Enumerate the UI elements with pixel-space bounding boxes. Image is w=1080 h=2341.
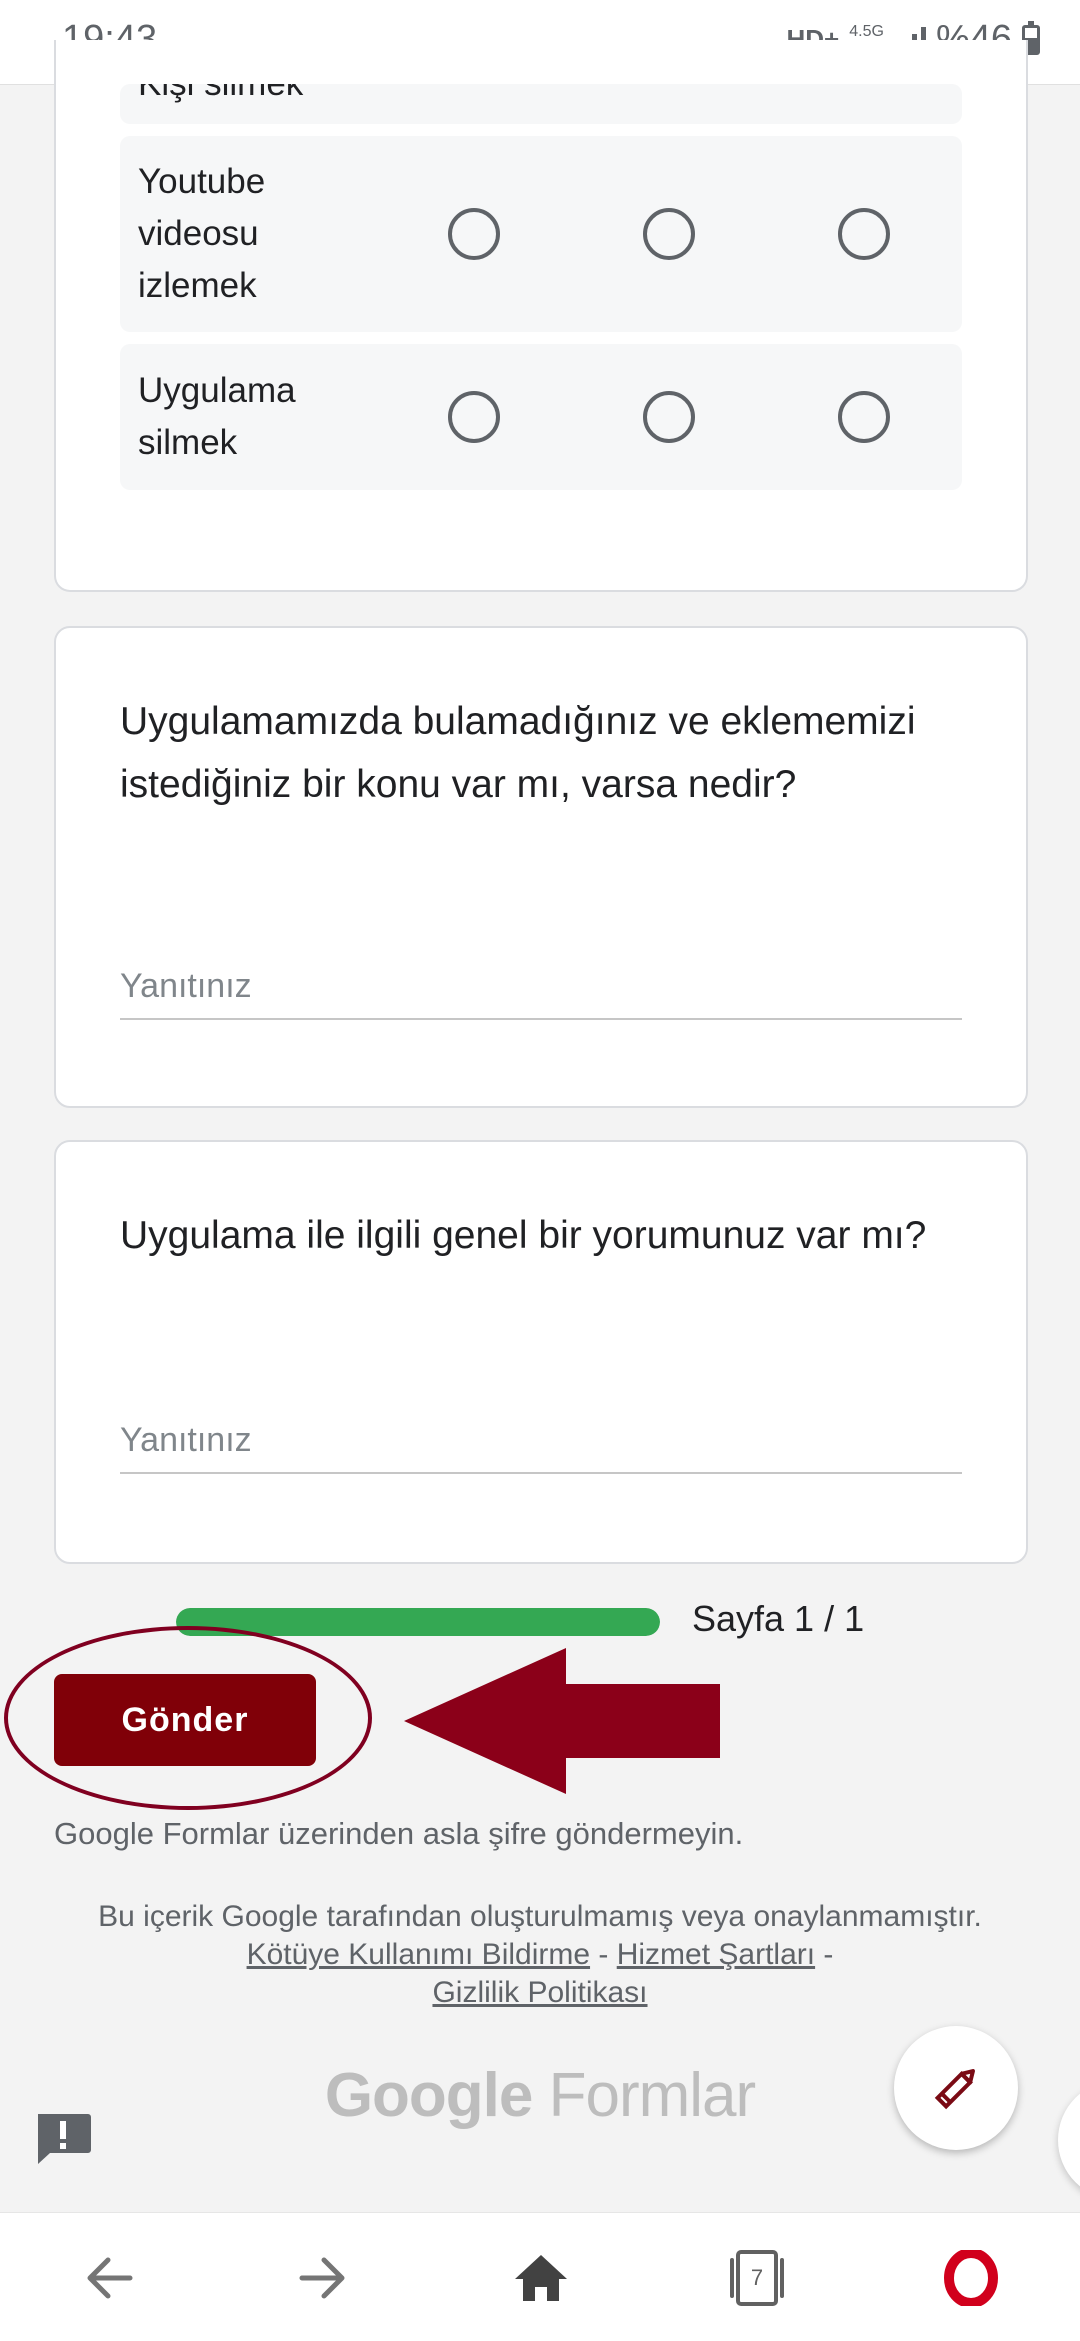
row-label: Uygulama silmek — [138, 371, 296, 462]
privacy-link[interactable]: Gizlilik Politikası — [432, 1976, 647, 2009]
tabs-button[interactable]: 7 — [722, 2243, 792, 2313]
disclaimer-text: Bu içerik Google tarafından oluşturulmam… — [98, 1900, 982, 1933]
network-gen-label: 4.5G — [849, 22, 884, 40]
terms-link[interactable]: Hizmet Şartları — [617, 1938, 815, 1971]
grid-row-cut: Kişi silmek — [120, 84, 962, 124]
separator: - — [590, 1938, 617, 1971]
radio-option[interactable] — [643, 391, 695, 443]
radio-option[interactable] — [448, 208, 500, 260]
disclaimer: Bu içerik Google tarafından oluşturulmam… — [80, 1898, 1000, 2012]
brand-forms: Formlar — [548, 2061, 757, 2130]
abuse-link[interactable]: Kötüye Kullanımı Bildirme — [247, 1938, 590, 1971]
submit-button[interactable]: Gönder — [54, 1674, 316, 1766]
radio-option[interactable] — [643, 208, 695, 260]
home-button[interactable] — [506, 2243, 576, 2313]
home-icon — [515, 2255, 567, 2301]
pencil-icon — [934, 2069, 975, 2110]
question-title: Uygulama ile ilgili genel bir yorumunuz … — [120, 1214, 927, 1257]
grid-row: Uygulama silmek — [120, 344, 962, 490]
radio-option[interactable] — [448, 391, 500, 443]
arrow-right-icon — [299, 2257, 345, 2299]
back-button[interactable] — [74, 2243, 144, 2313]
edit-fab[interactable] — [894, 2026, 1018, 2150]
grid-row: Youtube videosu izlemek — [120, 136, 962, 332]
page-indicator: Sayfa 1 / 1 — [692, 1598, 865, 1639]
forward-button[interactable] — [288, 2243, 358, 2313]
answer-input[interactable] — [120, 954, 962, 1020]
brand-google: Google — [324, 2061, 534, 2130]
row-label: Youtube videosu izlemek — [138, 162, 266, 305]
opera-logo-icon — [944, 2250, 998, 2306]
question-title: Uygulamamızda bulamadığınız ve eklememiz… — [120, 700, 916, 806]
password-warning: Google Formlar üzerinden asla şifre gönd… — [54, 1816, 744, 1851]
browser-bottom-nav: 7 — [0, 2212, 1080, 2341]
pointer-arrow-icon — [404, 1648, 720, 1794]
separator: - — [815, 1938, 834, 1971]
opera-menu-button[interactable] — [936, 2243, 1006, 2313]
answer-input[interactable] — [120, 1408, 962, 1474]
arrow-left-icon — [87, 2257, 133, 2299]
radio-option[interactable] — [838, 391, 890, 443]
feedback-icon[interactable] — [34, 2112, 92, 2166]
row-label: Kişi silmek — [138, 84, 303, 110]
radio-option[interactable] — [838, 208, 890, 260]
tab-count: 7 — [750, 2265, 764, 2290]
